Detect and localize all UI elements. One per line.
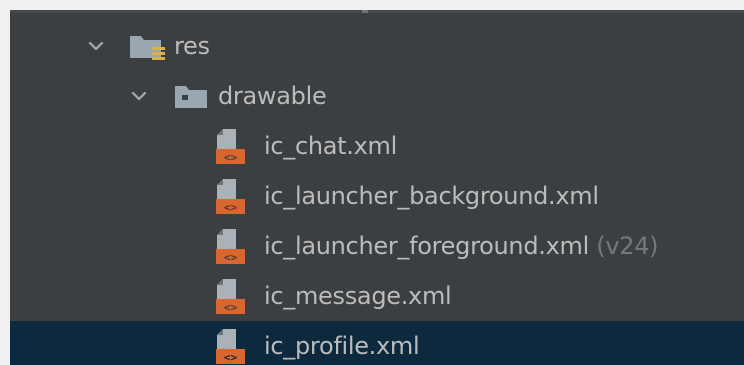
tree-row-file[interactable]: <> ic_chat.xml	[10, 121, 744, 171]
tree-row-drawable[interactable]: drawable	[10, 71, 744, 121]
svg-text:<>: <>	[224, 251, 238, 264]
tree-label-drawable: drawable	[218, 82, 327, 110]
scroll-notch	[362, 10, 368, 13]
tree-row-res[interactable]: res	[10, 21, 744, 71]
tree-label-file: ic_message.xml	[264, 282, 452, 310]
tree-label-res: res	[174, 32, 210, 60]
svg-text:<>: <>	[224, 201, 238, 214]
tree-label-file: ic_launcher_background.xml	[264, 182, 599, 210]
tree-label-file: ic_launcher_foreground.xml (v24)	[264, 232, 659, 260]
tree-row-file-selected[interactable]: <> ic_profile.xml	[10, 321, 744, 365]
svg-text:<>: <>	[224, 351, 238, 364]
qualifier-suffix: (v24)	[596, 232, 659, 260]
project-tree-panel: res drawable <> ic_chat.xml <> ic_launch…	[10, 10, 744, 365]
tree-label-file: ic_profile.xml	[264, 332, 420, 360]
svg-text:<>: <>	[224, 301, 238, 314]
tree-label-file: ic_chat.xml	[264, 132, 397, 160]
vector-drawable-xml-icon: <>	[216, 179, 245, 214]
svg-text:<>: <>	[224, 151, 238, 164]
tree-row-file[interactable]: <> ic_message.xml	[10, 271, 744, 321]
vector-drawable-xml-icon: <>	[216, 129, 245, 164]
vector-drawable-xml-icon: <>	[216, 229, 245, 264]
folder-icon	[175, 86, 207, 108]
chevron-down-icon[interactable]	[128, 85, 150, 107]
vector-drawable-xml-icon: <>	[216, 279, 245, 314]
tree-row-file[interactable]: <> ic_launcher_foreground.xml (v24)	[10, 221, 744, 271]
file-name: ic_launcher_foreground.xml	[264, 232, 589, 260]
chevron-down-icon[interactable]	[85, 35, 107, 57]
resource-folder-icon	[130, 36, 165, 60]
vector-drawable-xml-icon: <>	[216, 329, 245, 364]
panel-top-edge	[10, 10, 744, 13]
tree-row-file[interactable]: <> ic_launcher_background.xml	[10, 171, 744, 221]
